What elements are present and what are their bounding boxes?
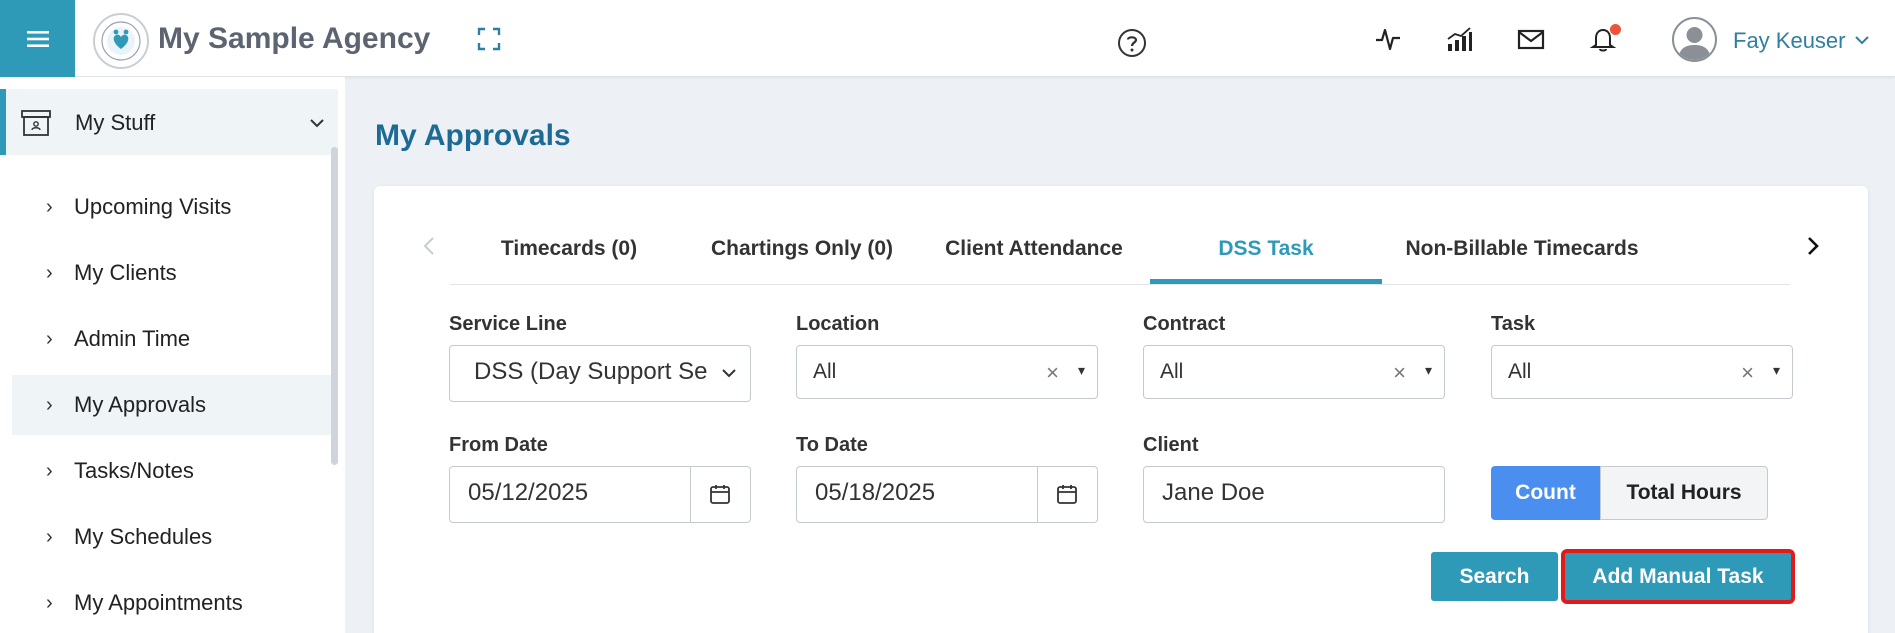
chevron-right-icon: ›	[46, 591, 53, 614]
input-divider	[690, 467, 691, 522]
sidebar-item-label: My Schedules	[74, 524, 213, 549]
sidebar-scrollbar[interactable]	[331, 147, 338, 465]
tab-client-attendance[interactable]: Client Attendance	[934, 234, 1134, 284]
chevron-right-icon: ›	[46, 327, 53, 350]
help-icon[interactable]	[1117, 28, 1147, 58]
service-line-select[interactable]: DSS (Day Support Ser	[449, 345, 751, 402]
sidebar-item-upcoming-visits[interactable]: › Upcoming Visits	[12, 177, 334, 237]
task-value: All	[1508, 360, 1532, 383]
sidebar-item-label: Tasks/Notes	[74, 458, 194, 483]
from-date-label: From Date	[449, 434, 548, 456]
caret-down-icon: ▾	[1772, 362, 1780, 378]
caret-down-icon: ▾	[1077, 362, 1085, 378]
to-date-label: To Date	[796, 434, 868, 456]
search-button[interactable]: Search	[1431, 552, 1558, 601]
tab-chartings-only[interactable]: Chartings Only (0)	[700, 234, 904, 284]
notification-badge	[1610, 24, 1621, 35]
sidebar-item-admin-time[interactable]: › Admin Time	[12, 309, 334, 369]
sidebar-item-label: My Clients	[74, 260, 177, 285]
tab-timecards[interactable]: Timecards (0)	[480, 234, 658, 284]
client-input[interactable]: Jane Doe	[1143, 466, 1445, 523]
chevron-down-icon	[722, 369, 736, 378]
total-hours-toggle[interactable]: Total Hours	[1600, 466, 1768, 520]
menu-button[interactable]	[0, 0, 75, 77]
sidebar-section-my-stuff[interactable]: My Stuff	[0, 89, 338, 155]
avatar-icon[interactable]	[1672, 17, 1717, 62]
sidebar-item-my-schedules[interactable]: › My Schedules	[12, 507, 334, 567]
contract-select[interactable]: All × ▾	[1143, 345, 1445, 399]
client-label: Client	[1143, 434, 1199, 456]
from-date-value: 05/12/2025	[468, 479, 589, 506]
tabs-divider	[450, 284, 1790, 285]
task-select[interactable]: All × ▾	[1491, 345, 1793, 399]
chevron-down-icon[interactable]	[1853, 31, 1871, 49]
sidebar-item-label: My Approvals	[74, 392, 207, 417]
chevron-right-icon: ›	[46, 393, 53, 416]
tab-dss-task[interactable]: DSS Task	[1150, 234, 1382, 284]
client-value: Jane Doe	[1162, 479, 1265, 506]
task-label: Task	[1491, 313, 1536, 335]
sidebar-item-label: My Appointments	[74, 590, 243, 615]
contract-value: All	[1160, 360, 1184, 383]
location-label: Location	[796, 313, 880, 335]
sidebar-item-my-approvals[interactable]: › My Approvals	[12, 375, 334, 435]
sidebar-item-label: Admin Time	[74, 326, 191, 351]
clear-icon[interactable]: ×	[1393, 360, 1406, 386]
chevron-right-icon: ›	[46, 459, 53, 482]
calendar-icon[interactable]	[708, 482, 732, 506]
archive-box-icon	[21, 110, 51, 136]
contract-label: Contract	[1143, 313, 1226, 335]
clear-icon[interactable]: ×	[1046, 360, 1059, 386]
chevron-right-icon[interactable]	[1802, 233, 1824, 259]
location-value: All	[813, 360, 837, 383]
caret-down-icon: ▾	[1424, 362, 1432, 378]
add-manual-task-button[interactable]: Add Manual Task	[1561, 549, 1795, 604]
clear-icon[interactable]: ×	[1741, 360, 1754, 386]
mail-icon[interactable]	[1516, 24, 1546, 54]
tab-non-billable-timecards[interactable]: Non-Billable Timecards	[1392, 234, 1652, 284]
to-date-value: 05/18/2025	[815, 479, 936, 506]
chevron-right-icon: ›	[46, 195, 53, 218]
sidebar-section-label: My Stuff	[75, 110, 156, 135]
calendar-icon[interactable]	[1055, 482, 1079, 506]
location-select[interactable]: All × ▾	[796, 345, 1098, 399]
sidebar: My Stuff › Upcoming Visits › My Clients …	[0, 77, 345, 633]
top-header: My Sample Agency Fay Keuser	[0, 0, 1895, 77]
count-toggle[interactable]: Count	[1491, 466, 1600, 520]
user-name[interactable]: Fay Keuser	[1733, 28, 1846, 54]
chevron-down-icon	[310, 119, 324, 128]
menu-icon	[26, 30, 49, 47]
chevron-right-icon: ›	[46, 525, 53, 548]
sidebar-item-my-clients[interactable]: › My Clients	[12, 243, 334, 303]
agency-logo[interactable]	[93, 13, 149, 69]
page-title: My Approvals	[375, 119, 571, 152]
sidebar-item-label: Upcoming Visits	[74, 194, 232, 219]
brand-name: My Sample Agency	[158, 22, 431, 55]
chevron-left-icon[interactable]	[418, 233, 440, 259]
to-date-input[interactable]: 05/18/2025	[796, 466, 1098, 523]
chart-icon[interactable]	[1444, 24, 1474, 54]
service-line-value: DSS (Day Support Ser	[474, 358, 709, 385]
chevron-right-icon: ›	[46, 261, 53, 284]
expand-icon[interactable]	[476, 26, 502, 52]
activity-icon[interactable]	[1373, 24, 1403, 54]
sidebar-item-tasks-notes[interactable]: › Tasks/Notes	[12, 441, 334, 501]
from-date-input[interactable]: 05/12/2025	[449, 466, 751, 523]
sidebar-item-my-appointments[interactable]: › My Appointments	[12, 573, 334, 633]
service-line-label: Service Line	[449, 313, 567, 335]
input-divider	[1037, 467, 1038, 522]
